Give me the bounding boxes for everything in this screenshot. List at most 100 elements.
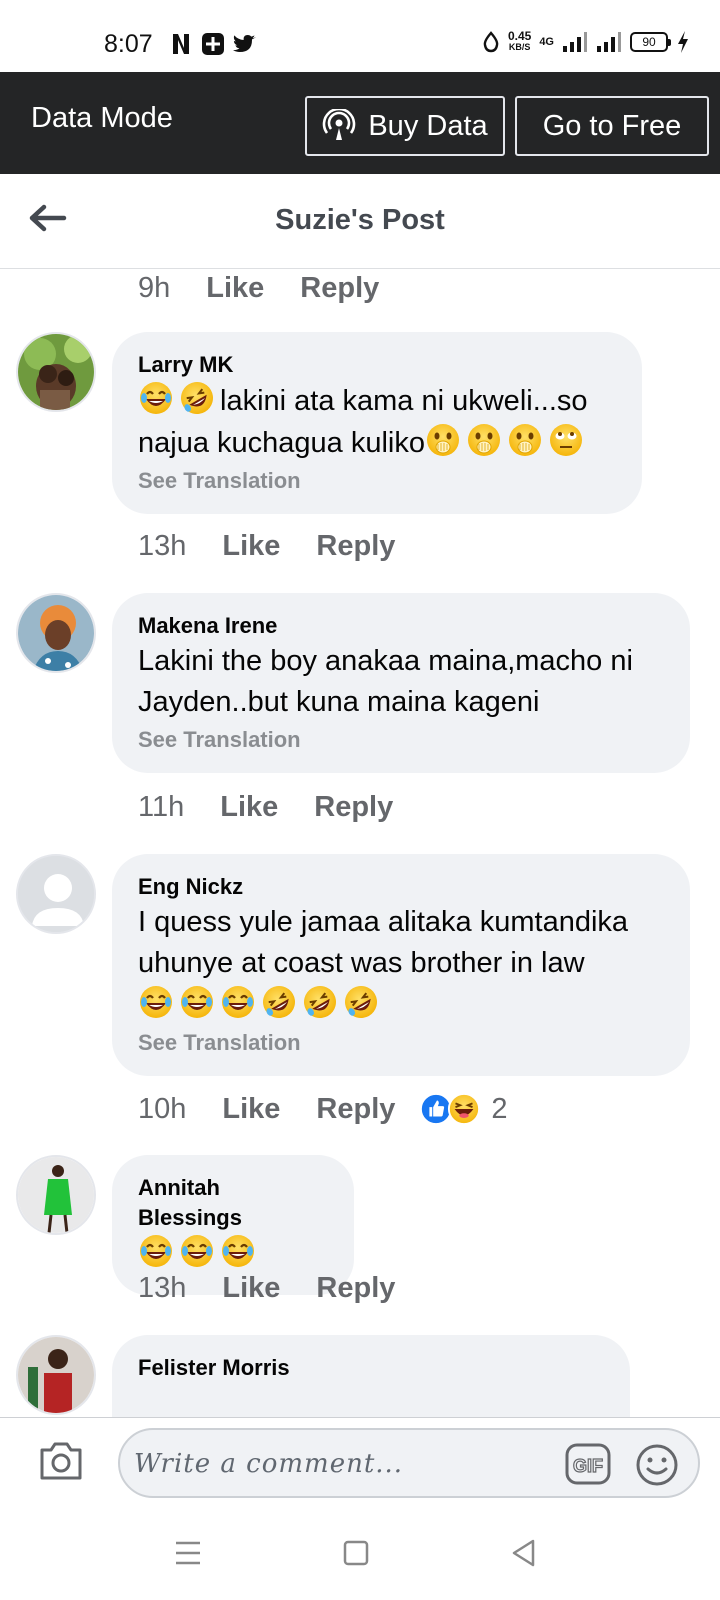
hand-over-mouth-emoji [507, 422, 543, 458]
menu-icon[interactable] [168, 1533, 208, 1573]
app-notification-icon [202, 33, 224, 55]
commenter-name[interactable]: Annitah Blessings [138, 1173, 328, 1233]
reaction-summary[interactable] [419, 1092, 481, 1126]
joy-emoji [179, 1233, 215, 1269]
system-nav-bar [0, 1503, 720, 1600]
signal-icon [597, 32, 621, 52]
comment-text-line: Jayden..but kuna maina kageni [138, 686, 540, 718]
commenter-name[interactable]: Eng Nickz [138, 872, 664, 902]
system-status-icons: 0.45 KB/S 4G 90 [482, 30, 690, 54]
comment-text-line: uhunye at coast was brother in law [138, 947, 585, 979]
reply-button[interactable]: Reply [314, 791, 393, 824]
comment-composer: GIF [0, 1417, 720, 1503]
netflix-icon [173, 34, 189, 54]
camera-icon[interactable] [38, 1438, 84, 1482]
rofl-emoji [302, 984, 338, 1020]
comments-list: 9h Like Reply Larry MK lakini ata kama n… [0, 269, 720, 1417]
podcast-icon [323, 109, 356, 140]
comment-text-line: najua kuchagua kuliko [138, 427, 425, 459]
comment-input-box[interactable]: GIF [118, 1428, 700, 1498]
like-button[interactable]: Like [222, 1272, 280, 1305]
joy-emoji [138, 984, 174, 1020]
comment-bubble[interactable]: Makena Irene Lakini the boy anakaa maina… [112, 593, 690, 773]
comment-meta: 13h Like Reply [138, 1272, 431, 1305]
like-button[interactable]: Like [222, 1093, 280, 1126]
comment-bubble[interactable]: Eng Nickz I quess yule jamaa alitaka kum… [112, 854, 690, 1076]
comment-time: 9h [138, 271, 171, 304]
default-avatar-icon [18, 856, 94, 932]
page-header: Suzie's Post [0, 174, 720, 269]
home-icon[interactable] [336, 1533, 376, 1573]
comment-time: 13h [138, 530, 187, 562]
see-translation-link[interactable]: See Translation [138, 1030, 664, 1056]
go-to-free-button[interactable]: Go to Free [515, 96, 709, 156]
gif-icon[interactable]: GIF [564, 1442, 612, 1486]
data-saver-icon [483, 31, 499, 53]
joy-emoji [179, 984, 215, 1020]
data-mode-banner: Data Mode Buy Data Go to Free [0, 72, 720, 174]
reply-button[interactable]: Reply [316, 1272, 395, 1305]
signal-icon [563, 32, 587, 52]
reply-button[interactable]: Reply [316, 530, 395, 563]
battery-icon: 90 [630, 32, 671, 52]
status-bar: 8:07 0.45 KB/S 4G 90 [0, 0, 720, 72]
comment-meta: 13h Like Reply [138, 530, 431, 563]
see-translation-link[interactable]: See Translation [138, 468, 616, 494]
comment-text: lakini ata kama ni ukweli...so najua kuc… [138, 380, 616, 464]
avatar[interactable] [16, 854, 96, 934]
comment-bubble[interactable]: Felister Morris [112, 1335, 630, 1417]
like-button[interactable]: Like [206, 272, 264, 305]
comment-text-line: I quess yule jamaa alitaka kumtandika [138, 906, 629, 938]
network-speed-unit: KB/S [508, 42, 531, 52]
comment-meta: 9h Like Reply [138, 269, 415, 307]
see-translation-link[interactable]: See Translation [138, 727, 664, 753]
hand-over-mouth-emoji [466, 422, 502, 458]
reaction-count: 2 [491, 1092, 508, 1125]
like-button[interactable]: Like [222, 530, 280, 563]
joy-emoji [220, 1233, 256, 1269]
comment-time: 11h [138, 791, 185, 823]
rofl-emoji [179, 380, 215, 416]
like-button[interactable]: Like [220, 791, 278, 824]
comment-text-line: Lakini the boy anakaa maina,macho ni [138, 645, 633, 677]
comment-text-line: lakini ata kama ni ukweli...so [220, 385, 588, 417]
comment-input[interactable] [134, 1440, 554, 1488]
comment-time: 10h [138, 1092, 187, 1125]
comment-time: 13h [138, 1272, 187, 1304]
smiley-icon[interactable] [634, 1442, 680, 1488]
svg-text:GIF: GIF [573, 1456, 603, 1476]
reply-button[interactable]: Reply [300, 272, 379, 305]
page-title: Suzie's Post [275, 204, 445, 236]
twitter-icon [233, 35, 256, 52]
comment-text [138, 1233, 328, 1275]
avatar[interactable] [16, 593, 96, 673]
haha-reaction [447, 1092, 481, 1126]
buy-data-label: Buy Data [368, 109, 488, 142]
status-time: 8:07 [104, 30, 153, 58]
avatar[interactable] [16, 332, 96, 412]
comment-meta: 10h Like Reply 2 [138, 1092, 508, 1126]
network-speed: 0.45 KB/S [507, 29, 532, 53]
buy-data-button[interactable]: Buy Data [305, 96, 505, 156]
eye-roll-emoji [548, 422, 584, 458]
go-to-free-label: Go to Free [542, 109, 682, 142]
network-type: 4G [539, 36, 554, 48]
joy-emoji [138, 380, 174, 416]
avatar[interactable] [16, 1335, 96, 1415]
rofl-emoji [343, 984, 379, 1020]
joy-emoji [138, 1233, 174, 1269]
network-speed-value: 0.45 [507, 29, 532, 43]
notification-icons [168, 31, 258, 57]
joy-emoji [220, 984, 256, 1020]
commenter-name[interactable]: Larry MK [138, 350, 616, 380]
reply-button[interactable]: Reply [316, 1093, 395, 1126]
comment-bubble[interactable]: Larry MK lakini ata kama ni ukweli...so … [112, 332, 642, 514]
commenter-name[interactable]: Felister Morris [138, 1353, 604, 1383]
rofl-emoji [261, 984, 297, 1020]
comment-meta: 11h Like Reply [138, 791, 429, 824]
avatar[interactable] [16, 1155, 96, 1235]
commenter-name[interactable]: Makena Irene [138, 611, 664, 641]
comment-text: Lakini the boy anakaa maina,macho ni Jay… [138, 641, 664, 723]
comment-text: I quess yule jamaa alitaka kumtandika uh… [138, 902, 664, 1026]
back-icon[interactable] [504, 1533, 544, 1573]
